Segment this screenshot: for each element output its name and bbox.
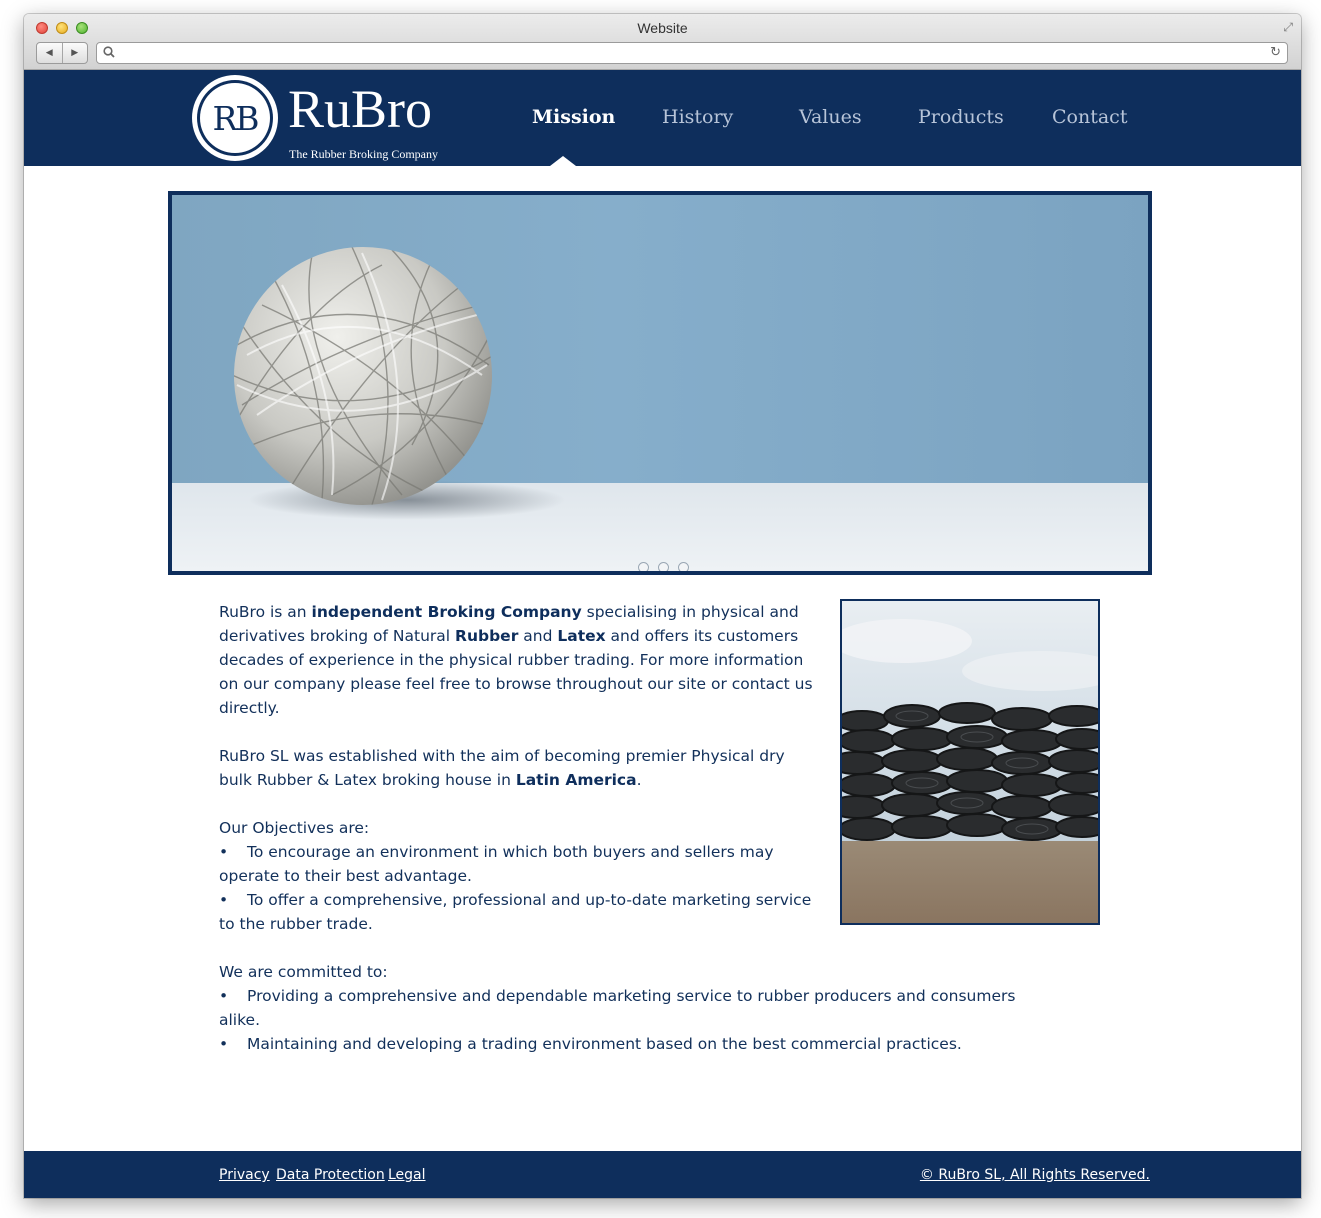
rubber-band-ball-image bbox=[234, 247, 492, 505]
objective-item: • To offer a comprehensive, professional … bbox=[219, 891, 812, 933]
resize-icon[interactable]: ⤢ bbox=[1283, 20, 1293, 35]
window-title: Website bbox=[637, 20, 688, 36]
forward-arrow-icon[interactable]: ▶ bbox=[63, 43, 88, 63]
slider-dot-1[interactable] bbox=[638, 562, 649, 571]
nav-values[interactable]: Values bbox=[799, 106, 862, 128]
title-bar: Website ⤢ ◀ ▶ ↻ bbox=[24, 14, 1301, 70]
history-nav-buttons: ◀ ▶ bbox=[36, 42, 88, 64]
logo-monogram: RB bbox=[200, 83, 270, 153]
reload-icon[interactable]: ↻ bbox=[1270, 45, 1281, 60]
logo-emblem[interactable]: RB bbox=[192, 75, 278, 161]
footer-link-legal[interactable]: Legal bbox=[388, 1167, 426, 1183]
slider-dot-2[interactable] bbox=[658, 562, 669, 571]
objective-item: • To encourage an environment in which bo… bbox=[219, 843, 774, 885]
objectives-section: Our Objectives are: • To encourage an env… bbox=[219, 816, 819, 936]
logo-tagline: The Rubber Broking Company bbox=[289, 147, 438, 161]
address-bar[interactable]: ↻ bbox=[96, 42, 1288, 64]
hero-slider[interactable] bbox=[168, 191, 1152, 575]
slider-dot-3[interactable] bbox=[678, 562, 689, 571]
nav-contact[interactable]: Contact bbox=[1052, 106, 1127, 128]
footer-link-privacy[interactable]: Privacy bbox=[219, 1167, 270, 1183]
commitment-item: • Maintaining and developing a trading en… bbox=[219, 1035, 962, 1053]
objectives-heading: Our Objectives are: bbox=[219, 819, 370, 837]
nav-mission[interactable]: Mission bbox=[532, 106, 615, 128]
site-footer: Privacy Data Protection Legal © RuBro SL… bbox=[24, 1151, 1301, 1198]
intro-paragraph: RuBro is an independent Broking Company … bbox=[219, 603, 813, 717]
commitments-heading: We are committed to: bbox=[219, 963, 388, 981]
active-nav-indicator bbox=[550, 156, 576, 166]
nav-products[interactable]: Products bbox=[918, 106, 1004, 128]
site-header: RB RuBro The Rubber Broking Company Miss… bbox=[24, 70, 1301, 166]
back-arrow-icon[interactable]: ◀ bbox=[37, 43, 63, 63]
slider-pagination bbox=[638, 562, 689, 571]
browser-window: Website ⤢ ◀ ▶ ↻ RB RuBro The Rubber Brok… bbox=[24, 14, 1301, 1198]
establishment-paragraph: RuBro SL was established with the aim of… bbox=[219, 747, 785, 789]
footer-copyright[interactable]: © RuBro SL, All Rights Reserved. bbox=[920, 1167, 1150, 1183]
logo-name[interactable]: RuBro bbox=[288, 82, 432, 136]
commitments-section: We are committed to: • Providing a compre… bbox=[219, 960, 1049, 1056]
search-icon bbox=[103, 45, 115, 62]
footer-link-data-protection[interactable]: Data Protection bbox=[276, 1167, 385, 1183]
main-content: RuBro is an independent Broking Company … bbox=[219, 600, 1039, 1080]
commitment-item: • Providing a comprehensive and dependabl… bbox=[219, 987, 1016, 1029]
nav-history[interactable]: History bbox=[662, 106, 733, 128]
